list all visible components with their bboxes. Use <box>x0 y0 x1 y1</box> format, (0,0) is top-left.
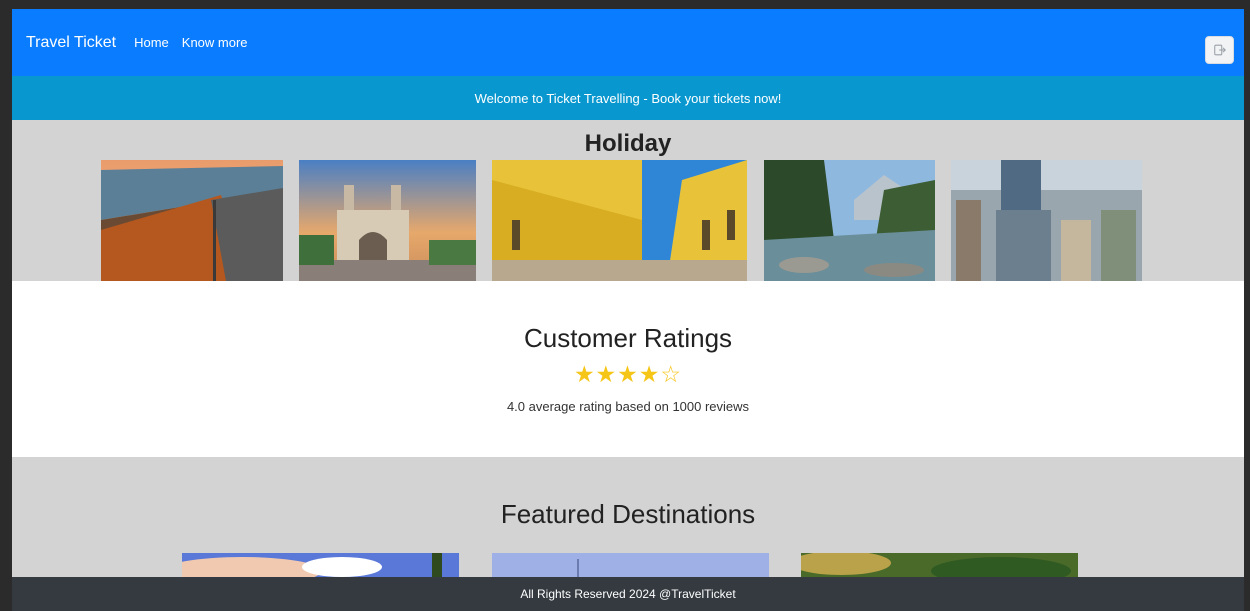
window-frame-right <box>1244 0 1250 611</box>
featured-title: Featured Destinations <box>500 499 756 529</box>
nav-link-know-more[interactable]: Know more <box>182 35 248 50</box>
rating-summary: 4.0 average rating based on 1000 reviews <box>506 399 750 414</box>
holiday-title: Holiday <box>584 130 672 157</box>
logout-button[interactable] <box>1205 36 1234 64</box>
holiday-photo-colonial-street[interactable] <box>492 160 747 281</box>
holiday-photo-charminar[interactable] <box>299 160 476 281</box>
window-frame-left <box>0 0 12 611</box>
holiday-photo-river-valley[interactable] <box>764 160 935 281</box>
featured-card-1[interactable] <box>182 553 459 577</box>
window-frame-top <box>0 0 1250 9</box>
star-rating: ★★★★☆ <box>573 361 683 387</box>
featured-card-2[interactable] <box>492 553 769 577</box>
brand-link[interactable]: Travel Ticket <box>26 34 116 52</box>
customer-ratings-section: Customer Ratings ★★★★☆ 4.0 average ratin… <box>12 281 1244 457</box>
logout-icon <box>1213 44 1226 56</box>
ratings-title: Customer Ratings <box>523 323 733 353</box>
holiday-photo-beach[interactable] <box>101 160 283 281</box>
nav-link-home[interactable]: Home <box>134 35 169 50</box>
featured-card-3[interactable] <box>801 553 1078 577</box>
footer: All Rights Reserved 2024 @TravelTicket <box>12 577 1244 611</box>
holiday-photo-city-skyline[interactable] <box>951 160 1142 281</box>
holiday-section: Holiday <box>12 120 1244 281</box>
navbar: Travel Ticket Home Know more <box>12 9 1244 76</box>
welcome-banner: Welcome to Ticket Travelling - Book your… <box>12 76 1244 120</box>
featured-destinations-section: Featured Destinations <box>12 457 1244 577</box>
